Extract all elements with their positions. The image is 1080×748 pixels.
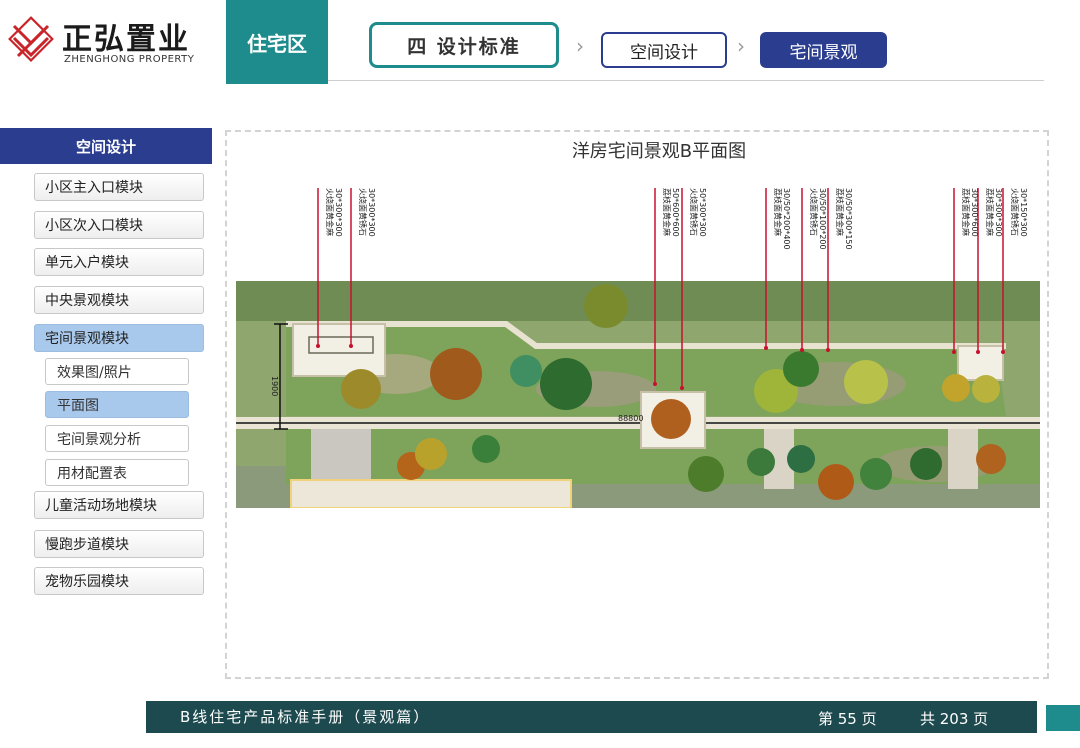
section-tab[interactable]: 住宅区	[226, 0, 328, 84]
callout-label: 30*150*300 火烧面黄锈石	[1010, 188, 1028, 237]
chevron-right-icon: ›	[576, 34, 584, 58]
header-divider	[328, 80, 1044, 81]
svg-text:30*150*300: 30*150*300	[1019, 188, 1028, 237]
sidebar-title: 空间设计	[0, 128, 212, 164]
callout-label: 30/50*300*150 荔枝面黄金麻	[835, 188, 853, 250]
height-dimension-label: 1900	[270, 376, 279, 396]
svg-text:30/50*100*200: 30/50*100*200	[818, 188, 827, 250]
subnav-materials[interactable]: 用材配置表	[45, 459, 189, 486]
svg-text:火烧面黄金麻: 火烧面黄金麻	[325, 188, 335, 236]
svg-text:50*600*600: 50*600*600	[671, 188, 680, 237]
subnav-analysis[interactable]: 宅间景观分析	[45, 425, 189, 452]
svg-text:30*300*300: 30*300*300	[367, 188, 376, 237]
svg-text:30/50*300*150: 30/50*300*150	[844, 188, 853, 250]
callout-label: 30/50*200*400 荔枝面黄金麻	[773, 188, 791, 250]
svg-text:荔枝面黄金麻: 荔枝面黄金麻	[961, 188, 971, 236]
svg-text:火烧面黄锈石: 火烧面黄锈石	[358, 188, 368, 236]
callout-label: 30*300*600 荔枝面黄金麻	[961, 188, 979, 237]
svg-text:30*300*300: 30*300*300	[334, 188, 343, 237]
svg-text:火烧面黄锈石: 火烧面黄锈石	[689, 188, 699, 236]
plan-title: 洋房宅间景观B平面图	[571, 141, 747, 162]
callout-label: 30*300*300 火烧面黄金麻	[325, 188, 343, 237]
subnav-floor-plan[interactable]: 平面图	[45, 391, 189, 418]
subnav-renderings[interactable]: 效果图/照片	[45, 358, 189, 385]
nav-item-jogging-track[interactable]: 慢跑步道模块	[34, 530, 204, 558]
svg-text:50*300*300: 50*300*300	[698, 188, 707, 237]
chapter-title: 四 设计标准	[369, 22, 559, 68]
callout-label: 30*300*300 荔枝面黄金麻	[985, 188, 1003, 237]
svg-text:30*300*600: 30*300*600	[970, 188, 979, 237]
nav-item-unit-entry[interactable]: 单元入户模块	[34, 248, 204, 276]
chevron-right-icon: ›	[737, 34, 745, 58]
nav-item-main-entrance[interactable]: 小区主入口模块	[34, 173, 204, 201]
svg-text:荔枝面黄金麻: 荔枝面黄金麻	[662, 188, 672, 236]
footer-title: B线住宅产品标准手册（景观篇）	[180, 708, 431, 726]
brand-name: 正弘置业	[62, 22, 190, 57]
nav-item-secondary-entrance[interactable]: 小区次入口模块	[34, 211, 204, 239]
callout-label: 30/50*100*200 火烧面黄锈石	[809, 188, 827, 250]
length-dimension-label: 88800	[618, 414, 643, 423]
nav-item-children-play[interactable]: 儿童活动场地模块	[34, 491, 204, 519]
page-number: 第 55 页	[818, 710, 877, 728]
footer-accent-tab	[1046, 705, 1080, 731]
breadcrumb-space-design[interactable]: 空间设计	[601, 32, 727, 68]
svg-text:火烧面黄锈石: 火烧面黄锈石	[809, 188, 819, 236]
callout-label: 50*300*300 火烧面黄锈石	[689, 188, 707, 237]
brand-name-en: ZHENGHONG PROPERTY	[64, 54, 195, 65]
nav-item-central-landscape[interactable]: 中央景观模块	[34, 286, 204, 314]
nav-item-pet-park[interactable]: 宠物乐园模块	[34, 567, 204, 595]
svg-text:荔枝面黄金麻: 荔枝面黄金麻	[985, 188, 995, 236]
callout-label: 30*300*300 火烧面黄锈石	[358, 188, 376, 237]
svg-text:火烧面黄锈石: 火烧面黄锈石	[1010, 188, 1020, 236]
svg-text:30/50*200*400: 30/50*200*400	[782, 188, 791, 250]
company-logo-icon	[8, 16, 54, 62]
breadcrumb-courtyard-landscape[interactable]: 宅间景观	[760, 32, 887, 68]
site-plan-drawing: 1900 88800 30*300*300 火烧面黄金麻 30*300*300 …	[236, 188, 1040, 508]
svg-text:荔枝面黄金麻: 荔枝面黄金麻	[773, 188, 783, 236]
callout-label: 50*600*600 荔枝面黄金麻	[662, 188, 680, 237]
nav-item-courtyard-landscape[interactable]: 宅间景观模块	[34, 324, 204, 352]
svg-text:荔枝面黄金麻: 荔枝面黄金麻	[835, 188, 845, 236]
svg-text:30*300*300: 30*300*300	[994, 188, 1003, 237]
page-total: 共 203 页	[920, 710, 989, 728]
